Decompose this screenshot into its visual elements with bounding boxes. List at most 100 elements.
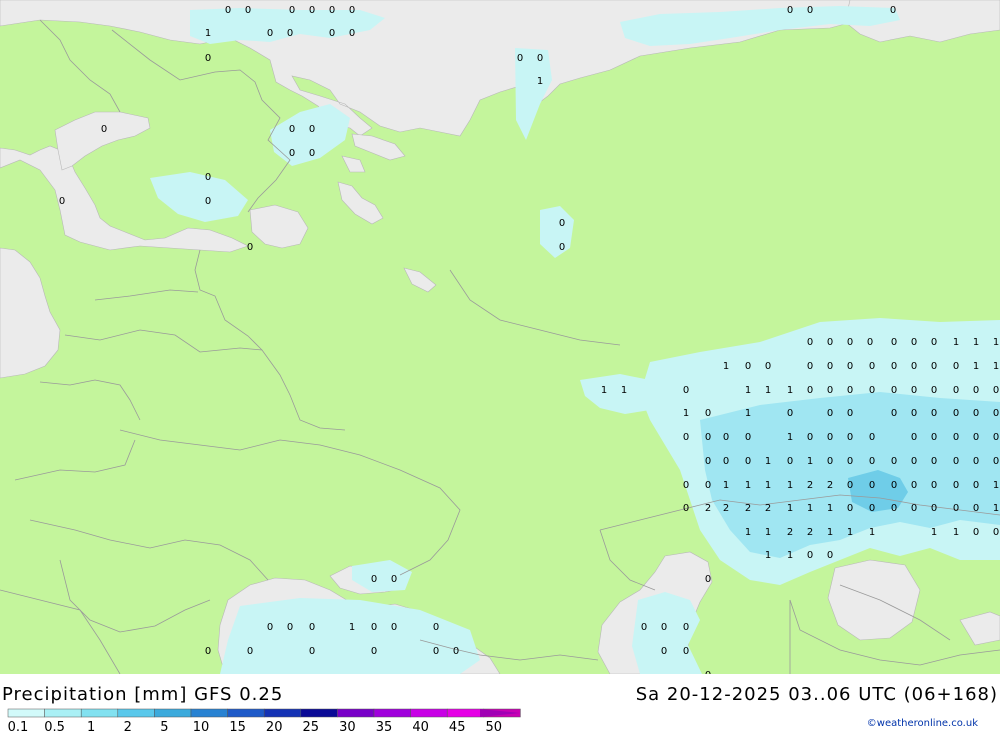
- precip-value-label: 1: [723, 480, 729, 491]
- precip-value-label: 0: [847, 432, 853, 443]
- legend-color-box: [44, 708, 82, 718]
- precip-value-label: 0: [309, 124, 315, 135]
- legend-color-box: [7, 708, 45, 718]
- precip-value-label: 0: [453, 646, 459, 657]
- precip-value-label: 0: [869, 432, 875, 443]
- precip-value-label: 0: [827, 361, 833, 372]
- precip-value-label: 0: [911, 408, 917, 419]
- precip-value-label: 0: [911, 503, 917, 514]
- precip-value-label: 0: [847, 361, 853, 372]
- precip-value-label: 0: [891, 480, 897, 491]
- legend-color-box: [80, 708, 119, 718]
- precip-value-label: 0: [807, 385, 813, 396]
- precip-value-label: 0: [705, 432, 711, 443]
- precip-value-label: 1: [931, 527, 937, 538]
- precip-value-label: 0: [309, 646, 315, 657]
- precip-value-label: 1: [973, 337, 979, 348]
- legend-tick-label: 15: [229, 720, 246, 733]
- precip-value-label: 1: [745, 385, 751, 396]
- precip-value-label: 0: [931, 432, 937, 443]
- legend-tick-label: 45: [449, 720, 466, 733]
- precip-value-label: 1: [621, 385, 627, 396]
- precip-value-label: 0: [891, 337, 897, 348]
- legend-tick-label: 25: [303, 720, 320, 733]
- precip-value-label: 0: [827, 408, 833, 419]
- legend-tick-label: 40: [412, 720, 429, 733]
- precip-value-label: 0: [993, 408, 999, 419]
- legend-tick-label: 0.5: [44, 720, 65, 733]
- precip-value-label: 0: [289, 148, 295, 159]
- precip-value-label: 0: [891, 503, 897, 514]
- legend-color-box: [263, 708, 302, 718]
- precip-value-label: 1: [827, 503, 833, 514]
- precip-value-label: 0: [973, 456, 979, 467]
- precip-value-label: 0: [847, 337, 853, 348]
- precip-value-label: 0: [869, 385, 875, 396]
- precipitation-map: 0 0 0 0 0 0 0 0 0 1 0 0 0 0 0 0 0 1 0 0 0 0 0 0 0 0 0 0 0 0 0 0 0 0 0 0 1 1 1 1…: [0, 0, 1000, 674]
- precip-value-label: 0: [807, 337, 813, 348]
- legend-tick-label: 35: [376, 720, 393, 733]
- precip-value-label: 0: [371, 574, 377, 585]
- precip-value-label: 1: [745, 480, 751, 491]
- legend-color-box: [373, 708, 411, 718]
- precip-value-label: 0: [289, 124, 295, 135]
- precip-value-label: 0: [787, 456, 793, 467]
- precip-value-label: 0: [705, 574, 711, 585]
- precip-value-label: 0: [827, 456, 833, 467]
- precip-value-label: 0: [847, 503, 853, 514]
- precip-value-label: 0: [827, 550, 833, 561]
- precip-value-label: 0: [559, 218, 565, 229]
- precip-value-label: 0: [661, 646, 667, 657]
- precip-value-label: 0: [953, 456, 959, 467]
- precip-value-label: 0: [847, 480, 853, 491]
- precip-value-label: 0: [433, 646, 439, 657]
- legend-color-box: [227, 708, 265, 718]
- precip-value-label: 0: [309, 622, 315, 633]
- precip-value-label: 1: [827, 527, 833, 538]
- precip-value-label: 0: [911, 385, 917, 396]
- precip-value-label: 0: [309, 148, 315, 159]
- legend-tick-label: 50: [486, 720, 503, 733]
- precip-value-label: 1: [953, 527, 959, 538]
- precip-value-label: 0: [891, 408, 897, 419]
- precip-value-label: 0: [953, 432, 959, 443]
- precip-value-label: 0: [683, 432, 689, 443]
- precip-value-label: 0: [267, 28, 273, 39]
- precip-value-label: 0: [869, 480, 875, 491]
- precip-value-label: 1: [993, 480, 999, 491]
- precip-value-label: 1: [787, 480, 793, 491]
- precip-value-label: 1: [953, 337, 959, 348]
- precip-value-label: 1: [869, 527, 875, 538]
- precip-value-label: 1: [537, 76, 543, 87]
- precip-value-label: 0: [371, 646, 377, 657]
- precip-value-label: 0: [287, 622, 293, 633]
- precip-value-label: 2: [705, 503, 711, 514]
- precip-value-label: 0: [391, 622, 397, 633]
- precip-caucasus: [632, 592, 702, 674]
- precip-value-label: 1: [973, 361, 979, 372]
- precip-value-label: 0: [869, 361, 875, 372]
- precip-value-label: 0: [847, 385, 853, 396]
- precip-value-label: 1: [765, 456, 771, 467]
- precip-value-label: 2: [723, 503, 729, 514]
- precip-value-label: 1: [765, 527, 771, 538]
- precip-value-label: 0: [973, 432, 979, 443]
- credit-link[interactable]: ©weatheronline.co.uk: [867, 718, 978, 729]
- precip-value-label: 0: [287, 28, 293, 39]
- precip-value-label: 0: [559, 242, 565, 253]
- precip-value-label: 0: [827, 337, 833, 348]
- precip-value-label: 0: [993, 385, 999, 396]
- map-title: Precipitation [mm] GFS 0.25: [2, 684, 284, 705]
- precip-value-label: 0: [101, 124, 107, 135]
- legend-tick-label: 20: [266, 720, 283, 733]
- precip-value-label: 0: [973, 385, 979, 396]
- precip-value-label: 0: [931, 503, 937, 514]
- legend-color-box: [337, 708, 375, 718]
- precip-value-label: 0: [329, 28, 335, 39]
- legend-color-box: [410, 708, 448, 718]
- legend-color-box: [300, 708, 338, 718]
- precip-value-label: 1: [847, 527, 853, 538]
- precip-value-label: 2: [745, 503, 751, 514]
- precip-value-label: 0: [683, 622, 689, 633]
- precip-value-label: 0: [869, 456, 875, 467]
